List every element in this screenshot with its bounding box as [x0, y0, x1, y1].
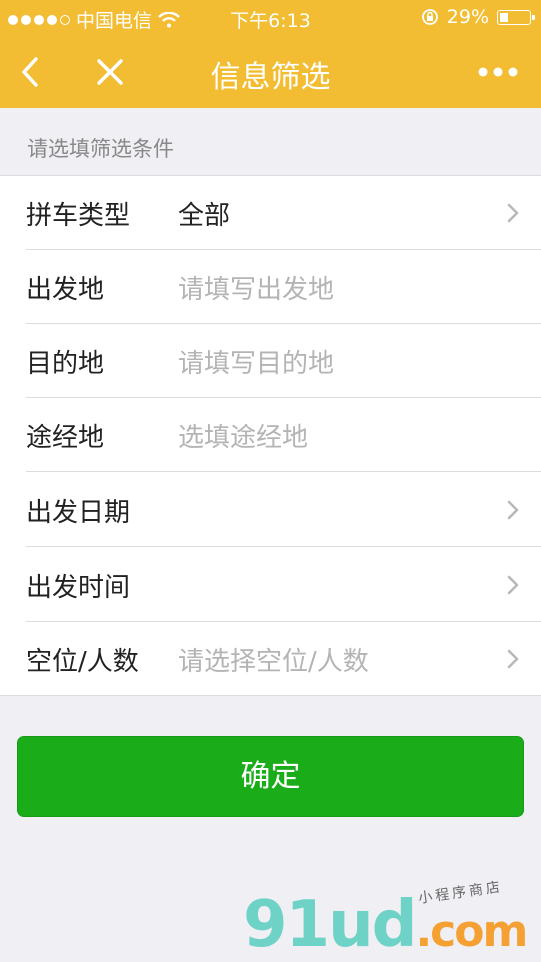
chevron-right-icon [507, 203, 519, 223]
more-icon [478, 67, 518, 77]
navigation-bar: 信息筛选 [0, 36, 541, 108]
departure-date-row[interactable]: 出发日期 [0, 473, 541, 547]
status-right: 29% [421, 6, 535, 28]
section-hint: 请选填筛选条件 [27, 137, 174, 161]
row-label: 空位/人数 [26, 647, 139, 677]
rotation-lock-icon [421, 9, 438, 25]
destination-input[interactable]: 请填写目的地 [178, 343, 334, 380]
watermark-logo: 91ud.com 小程序商店 [243, 879, 541, 962]
row-label: 出发地 [26, 275, 105, 305]
seats-row[interactable]: 空位/人数 请选择空位/人数 [0, 622, 541, 696]
departure-row[interactable]: 出发地 请填写出发地 [0, 250, 541, 324]
filter-form: 拼车类型 全部 出发地 请填写出发地 目的地 请填写目的地 途经地 选填途经地 … [0, 175, 541, 696]
waypoint-input[interactable]: 选填途经地 [178, 417, 308, 454]
chevron-right-icon [507, 575, 519, 595]
destination-row[interactable]: 目的地 请填写目的地 [0, 324, 541, 398]
more-button[interactable] [476, 52, 520, 92]
watermark-brand-a: 91ud [243, 888, 417, 962]
row-label: 出发日期 [26, 498, 131, 528]
departure-time-row[interactable]: 出发时间 [0, 548, 541, 622]
waypoint-row[interactable]: 途经地 选填途经地 [0, 398, 541, 472]
battery-percent: 29% [446, 6, 489, 28]
row-label: 目的地 [26, 349, 105, 379]
chevron-right-icon [507, 649, 519, 669]
status-bar: 中国电信 下午6:13 29% [0, 0, 541, 36]
carpool-type-row[interactable]: 拼车类型 全部 [0, 176, 541, 250]
battery-icon [497, 9, 535, 25]
chevron-right-icon [507, 500, 519, 520]
divider [26, 546, 541, 547]
row-label: 途经地 [26, 423, 105, 453]
watermark-brand-b: .com [415, 906, 528, 957]
page-title: 信息筛选 [210, 60, 331, 95]
row-label: 拼车类型 [26, 201, 131, 231]
departure-input[interactable]: 请填写出发地 [178, 269, 334, 306]
carpool-type-value: 全部 [178, 201, 231, 231]
row-label: 出发时间 [26, 573, 131, 603]
divider [26, 471, 541, 472]
watermark-brand: 91ud.com [243, 888, 528, 962]
confirm-button[interactable]: 确定 [17, 736, 524, 817]
seats-select[interactable]: 请选择空位/人数 [178, 641, 369, 678]
